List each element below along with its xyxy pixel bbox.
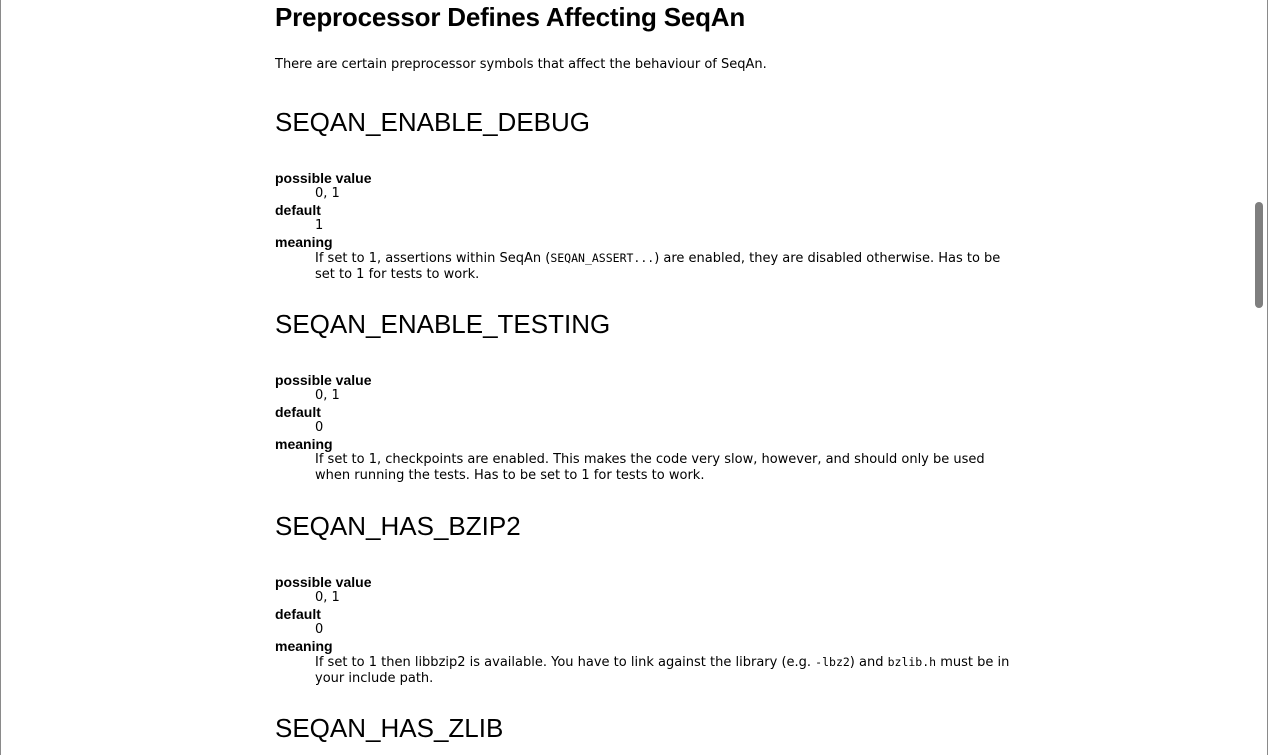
meaning-text: If set to 1 then libbzip2 is available. … bbox=[315, 655, 1010, 686]
inline-code: -lbz2 bbox=[815, 655, 850, 669]
default-label: default bbox=[275, 404, 321, 420]
window-border-left bbox=[0, 0, 1, 755]
default-value: 0 bbox=[315, 420, 324, 435]
default-label: default bbox=[275, 202, 321, 218]
section-seqan-enable-testing: SEQAN_ENABLE_TESTING possible value 0, 1… bbox=[275, 309, 1035, 484]
meaning-label: meaning bbox=[275, 234, 333, 250]
inline-code: bzlib.h bbox=[887, 655, 937, 669]
intro-paragraph: There are certain preprocessor symbols t… bbox=[275, 57, 767, 72]
meaning-text: If set to 1, assertions within SeqAn (SE… bbox=[315, 251, 1001, 282]
default-value: 0 bbox=[315, 622, 324, 637]
meaning-label: meaning bbox=[275, 436, 333, 452]
section-heading: SEQAN_HAS_ZLIB bbox=[275, 713, 504, 743]
definition-list: possible value 0, 1 default 0 meaning If… bbox=[275, 372, 1035, 484]
possible-value: 0, 1 bbox=[315, 186, 340, 201]
definition-list: possible value 0, 1 default 1 meaning If… bbox=[275, 170, 1035, 283]
section-heading: SEQAN_ENABLE_TESTING bbox=[275, 309, 611, 339]
possible-value-label: possible value bbox=[275, 170, 372, 186]
default-label: default bbox=[275, 606, 321, 622]
section-seqan-has-zlib: SEQAN_HAS_ZLIB bbox=[275, 713, 1035, 743]
meaning-label: meaning bbox=[275, 638, 333, 654]
section-seqan-enable-debug: SEQAN_ENABLE_DEBUG possible value 0, 1 d… bbox=[275, 107, 1035, 283]
section-seqan-has-bzip2: SEQAN_HAS_BZIP2 possible value 0, 1 defa… bbox=[275, 511, 1035, 687]
inline-code: SEQAN_ASSERT... bbox=[550, 251, 655, 265]
vertical-scrollbar[interactable] bbox=[1252, 0, 1267, 755]
possible-value: 0, 1 bbox=[315, 590, 340, 605]
section-heading: SEQAN_ENABLE_DEBUG bbox=[275, 107, 591, 137]
page-title: Preprocessor Defines Affecting SeqAn bbox=[275, 2, 746, 32]
possible-value: 0, 1 bbox=[315, 388, 340, 403]
definition-list: possible value 0, 1 default 0 meaning If… bbox=[275, 574, 1035, 687]
default-value: 1 bbox=[315, 218, 324, 233]
scrollbar-thumb[interactable] bbox=[1255, 202, 1263, 308]
possible-value-label: possible value bbox=[275, 574, 372, 590]
meaning-text: If set to 1, checkpoints are enabled. Th… bbox=[315, 452, 985, 483]
section-heading: SEQAN_HAS_BZIP2 bbox=[275, 511, 521, 541]
possible-value-label: possible value bbox=[275, 372, 372, 388]
